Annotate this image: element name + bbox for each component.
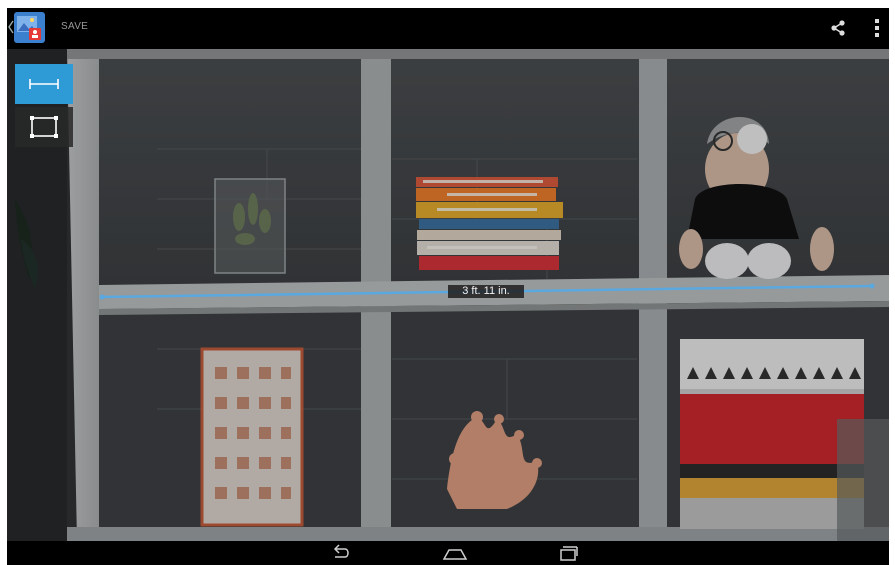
overflow-menu-icon[interactable] xyxy=(873,17,881,39)
nav-home-icon[interactable] xyxy=(442,544,468,562)
gallery-app-icon[interactable] xyxy=(14,12,45,43)
share-icon[interactable] xyxy=(829,19,847,37)
area-measure-button[interactable] xyxy=(15,107,73,147)
save-button[interactable]: SAVE xyxy=(61,21,88,32)
system-nav-bar xyxy=(7,541,889,565)
area-measure-icon xyxy=(30,116,58,138)
linear-measure-button[interactable] xyxy=(15,64,73,104)
app-window: SAVE 3 ft. 11 in. xyxy=(7,8,889,565)
linear-measure-icon xyxy=(29,79,59,89)
nav-back-icon[interactable] xyxy=(330,544,352,562)
nav-recents-icon[interactable] xyxy=(557,544,579,562)
action-bar: SAVE xyxy=(7,8,889,49)
measurement-label: 3 ft. 11 in. xyxy=(448,285,524,298)
